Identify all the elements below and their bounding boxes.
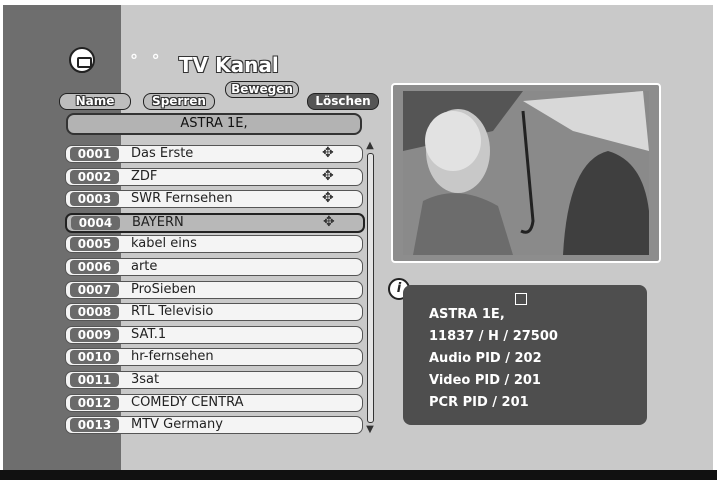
lock-button[interactable]: Sperren xyxy=(143,93,215,110)
channel-number: 0006 xyxy=(70,260,119,274)
channel-name: kabel eins xyxy=(131,236,197,252)
channel-row[interactable]: 0007 ProSieben xyxy=(65,280,363,299)
channel-number: 0001 xyxy=(70,147,119,161)
scroll-track[interactable] xyxy=(367,153,374,423)
tv-icon xyxy=(69,47,95,73)
channel-number: 0008 xyxy=(70,305,119,320)
satellite-name-bar: ASTRA 1E, xyxy=(66,113,362,135)
channel-number: 0005 xyxy=(70,237,119,252)
channel-name: 3sat xyxy=(131,372,160,387)
move-arrows-icon: ✥ xyxy=(323,213,335,230)
channel-row[interactable]: 0008 RTL Televisio xyxy=(65,303,363,322)
move-arrows-icon: ✥ xyxy=(322,190,334,207)
channel-row[interactable]: 0006 arte xyxy=(65,258,363,276)
channel-row[interactable]: 0005 kabel eins xyxy=(65,235,363,254)
info-transponder: 11837 / H / 27500 xyxy=(429,329,558,344)
channel-name: SWR Fernsehen xyxy=(131,191,233,207)
channel-number: 0010 xyxy=(70,350,119,365)
channel-name: MTV Germany xyxy=(131,417,223,433)
channel-number: 0003 xyxy=(70,192,119,207)
move-arrows-icon: ✥ xyxy=(322,145,334,161)
info-satellite: ASTRA 1E, xyxy=(429,307,505,322)
move-button[interactable]: Bewegen xyxy=(225,81,299,98)
channel-number: 0011 xyxy=(70,373,119,387)
scroll-up-icon[interactable]: ▲ xyxy=(365,141,375,151)
channel-name: COMEDY CENTRA xyxy=(131,394,244,410)
info-panel: ASTRA 1E, 11837 / H / 27500 Audio PID / … xyxy=(403,285,647,425)
channel-row[interactable]: 0002 ZDF ✥ xyxy=(65,167,363,186)
channel-row[interactable]: 0003 SWR Fernsehen ✥ xyxy=(65,190,363,209)
channel-name: hr-fernsehen xyxy=(131,349,214,365)
channel-number: 0013 xyxy=(70,418,119,433)
channel-row[interactable]: 0011 3sat xyxy=(65,371,363,389)
channel-row[interactable]: 0001 Das Erste ✥ xyxy=(65,145,363,163)
sort-name-button[interactable]: Name xyxy=(59,93,131,110)
title-dots: ° ° xyxy=(130,51,164,70)
channel-row[interactable]: 0009 SAT.1 xyxy=(65,325,363,344)
channel-row[interactable]: 0012 COMEDY CENTRA xyxy=(65,393,363,412)
video-preview xyxy=(391,83,661,263)
delete-button[interactable]: Löschen xyxy=(307,93,379,110)
scroll-down-icon[interactable]: ▼ xyxy=(365,425,375,435)
channel-name: ProSieben xyxy=(131,281,196,297)
channel-name: Das Erste xyxy=(131,146,194,161)
info-audio-pid: Audio PID / 202 xyxy=(429,351,542,366)
preview-image xyxy=(403,91,649,255)
page-title: TV Kanal xyxy=(179,53,279,77)
channel-number: 0012 xyxy=(70,395,119,410)
satellite-icon xyxy=(515,293,527,305)
channel-row[interactable]: 0010 hr-fernsehen xyxy=(65,348,363,367)
channel-number: 0007 xyxy=(70,282,119,297)
channel-number: 0002 xyxy=(70,169,119,184)
channel-name: arte xyxy=(131,259,158,274)
channel-name: SAT.1 xyxy=(131,326,167,342)
info-video-pid: Video PID / 201 xyxy=(429,373,541,388)
channel-number: 0004 xyxy=(71,215,120,230)
channel-name: BAYERN xyxy=(132,214,184,230)
bottom-bar xyxy=(0,470,717,480)
info-pcr-pid: PCR PID / 201 xyxy=(429,395,529,410)
channel-row[interactable]: 0004 BAYERN ✥ xyxy=(65,212,365,233)
channel-name: ZDF xyxy=(131,168,158,184)
move-arrows-icon: ✥ xyxy=(322,167,334,184)
tv-screen: ° ° TV Kanal Name Sperren Bewegen Lösche… xyxy=(3,5,713,475)
channel-row[interactable]: 0013 MTV Germany xyxy=(65,416,363,435)
channel-number: 0009 xyxy=(70,327,119,342)
channel-name: RTL Televisio xyxy=(131,304,214,320)
scrollbar[interactable]: ▲ ▼ xyxy=(365,141,375,437)
